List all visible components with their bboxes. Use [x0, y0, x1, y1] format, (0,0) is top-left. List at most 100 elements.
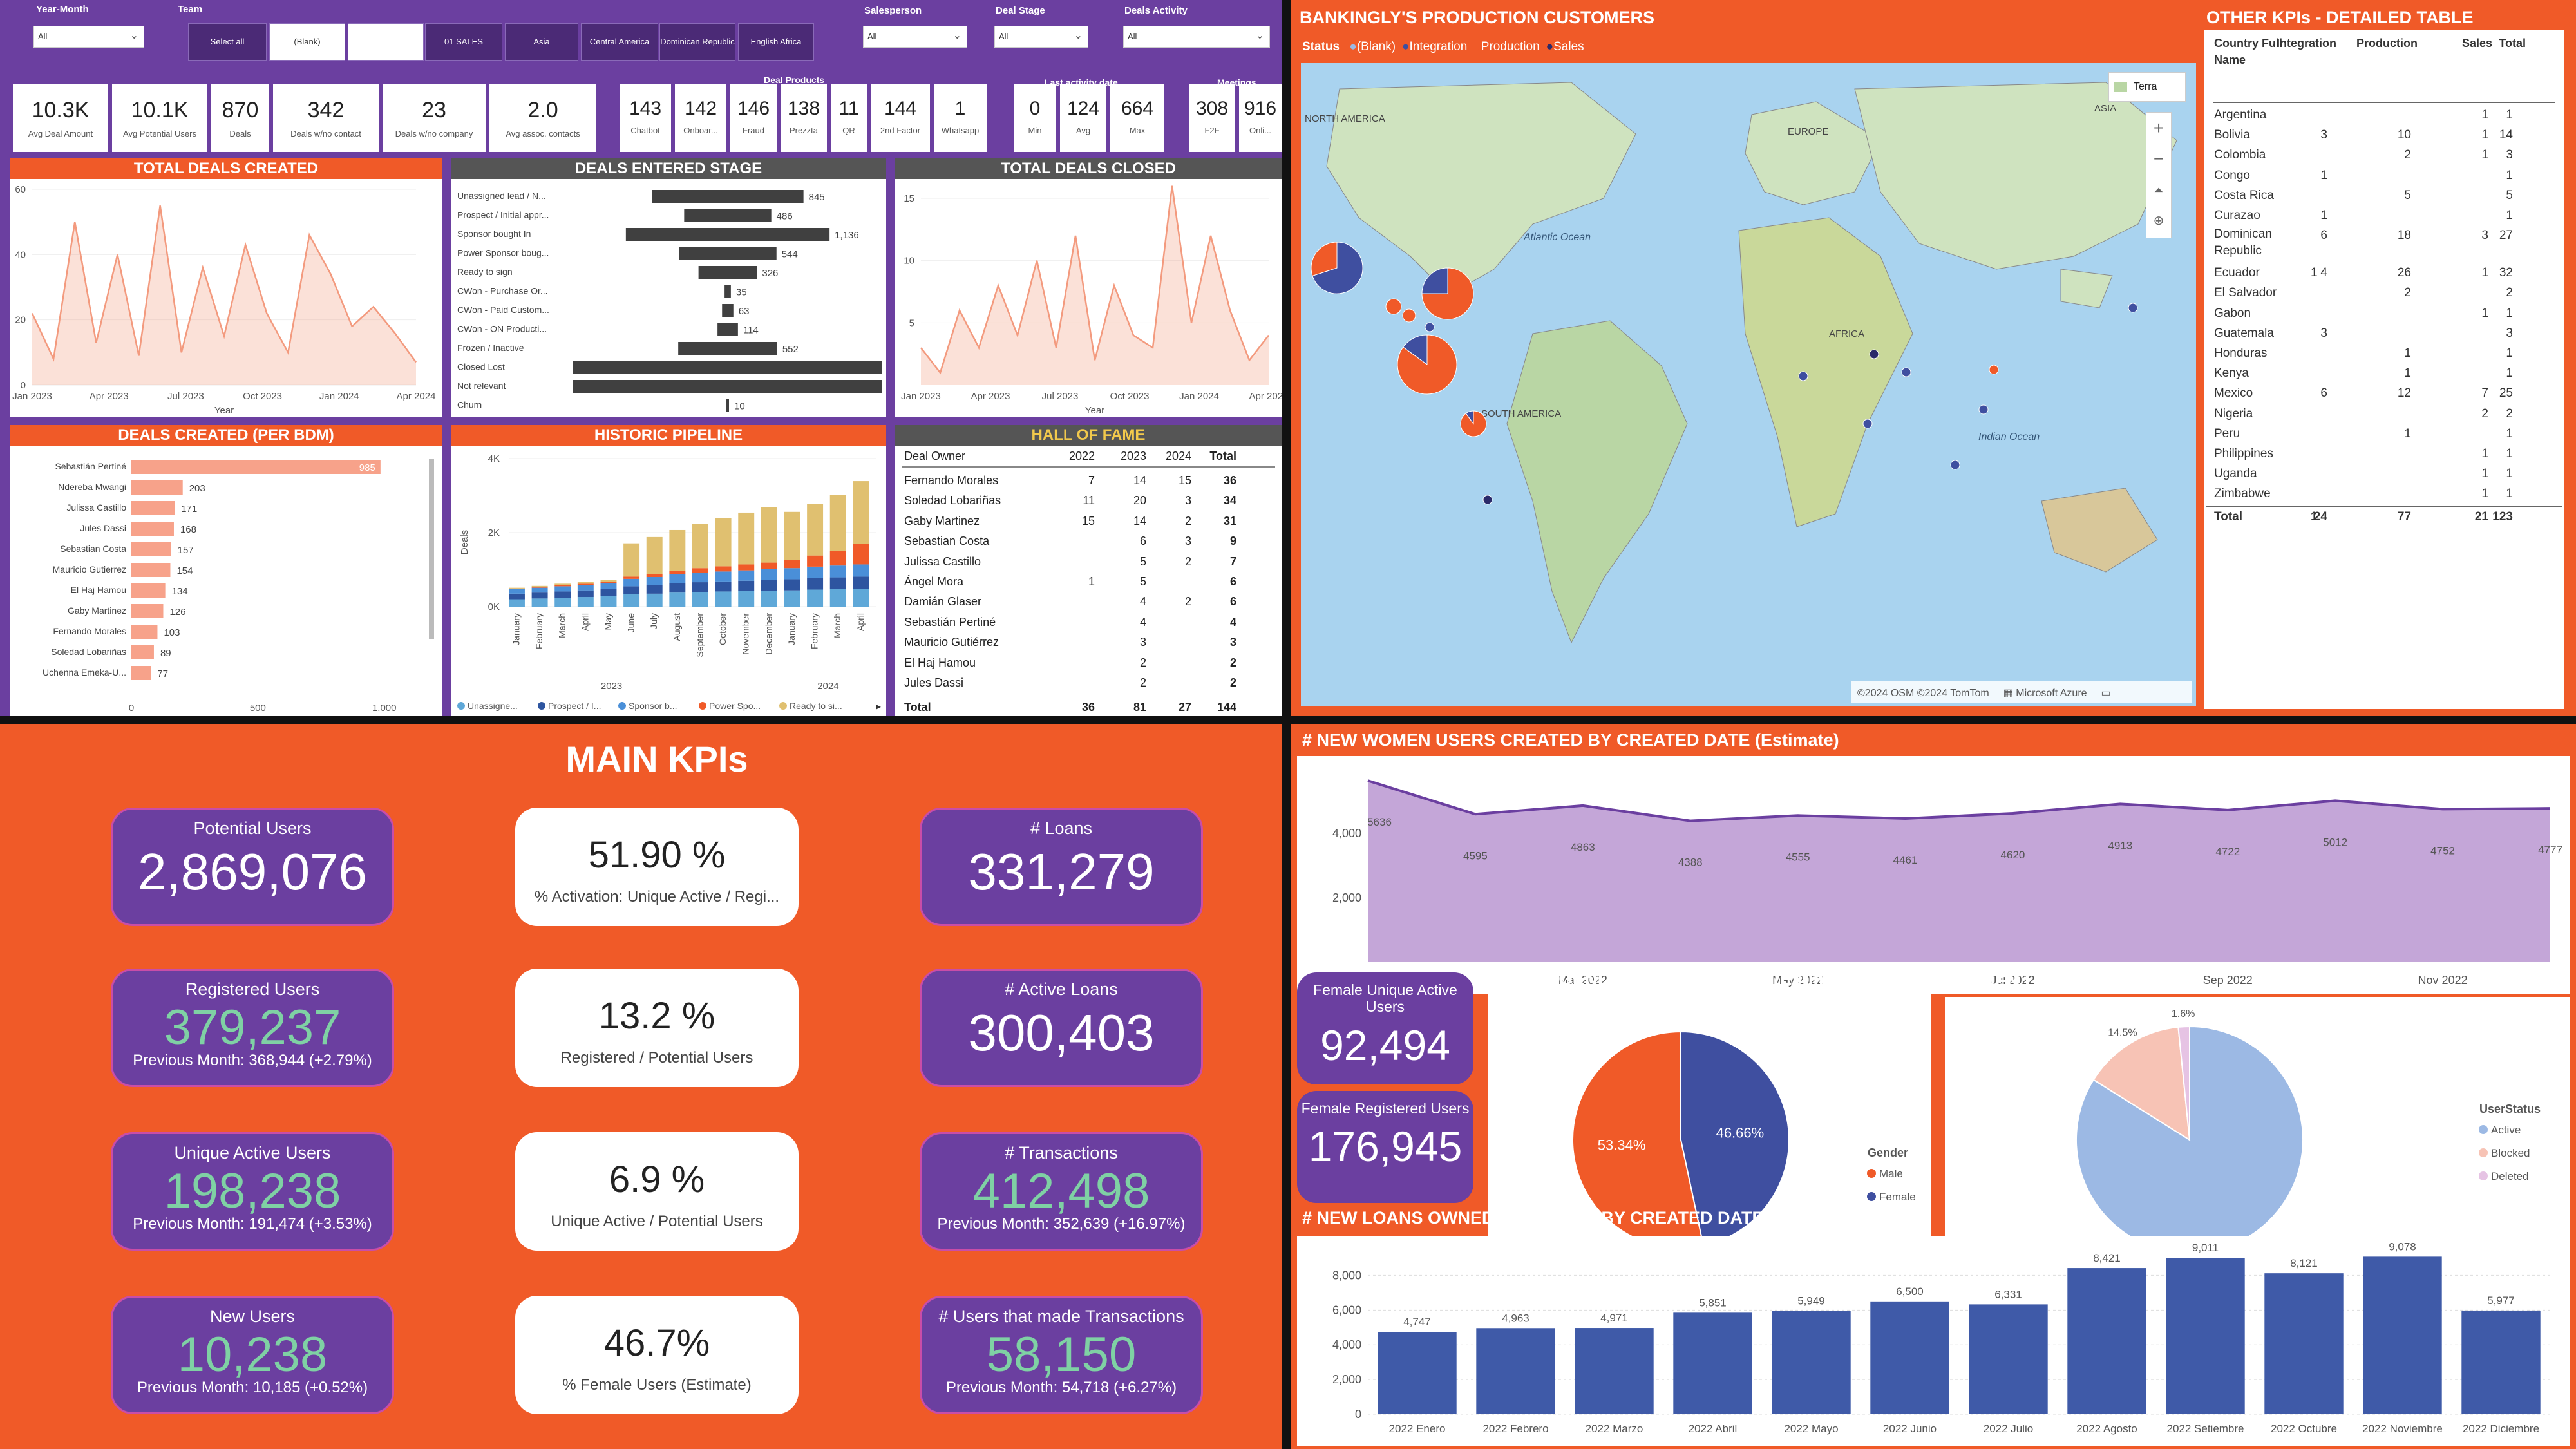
pipeline-segment	[807, 578, 824, 590]
kpi-card: 10.1K Avg Potential Users	[112, 84, 207, 152]
legend-title: UserStatus	[2479, 1103, 2541, 1115]
kpi-value: 300,403	[968, 1004, 1155, 1061]
pipeline-segment	[600, 589, 617, 596]
bdm-bar	[131, 583, 166, 598]
stage-bar	[679, 247, 777, 260]
loan-bar	[1673, 1312, 1752, 1414]
deals-per-bdm-chart: Sebastián Pertiné 985 Ndereba Mwangi 203 Jul…	[43, 459, 434, 714]
pie-label: 14.5%	[2108, 1028, 2137, 1039]
new-loans-chart: 0 2,000 4,000 6,000 8,000 4,747 2022 Enero 4,96…	[1332, 1240, 2550, 1435]
x-tick-label: Apr 2023	[971, 391, 1010, 402]
bdm-bar	[131, 625, 158, 639]
zoom-out-icon[interactable]: −	[2146, 144, 2171, 175]
data-label: 4752	[2430, 844, 2455, 857]
kpi-value: 0	[1029, 98, 1041, 119]
x-tick-label: 1,000	[372, 703, 397, 714]
legend-item[interactable]: ●Sales	[1546, 40, 1584, 53]
team-button[interactable]: Asia	[505, 23, 578, 61]
kpi-value: 138	[787, 98, 820, 119]
x-tick-label: Jul 2023	[167, 391, 204, 402]
team-button[interactable]: Select all	[188, 23, 267, 61]
team-button[interactable]: Dominican Republic	[659, 23, 735, 61]
table-row: Argentina 1 1	[2214, 106, 2562, 125]
legend-item[interactable]: ●Integration	[1402, 40, 1467, 53]
team-button[interactable]: Central America	[581, 23, 658, 61]
bdm-label: Ndereba Mwangi	[58, 482, 126, 492]
hof-cell: 6	[1139, 535, 1146, 548]
x-tick-label: 2022 Octubre	[2271, 1423, 2337, 1435]
data-label: 6,500	[1896, 1285, 1924, 1298]
kpi-card: # Transactions 412,498 Previous Month: 352…	[920, 1132, 1203, 1251]
kpi-label: # Active Loans	[1005, 980, 1118, 999]
map-markers[interactable]	[1301, 63, 2196, 706]
kpi-label: Deals w/no contact	[290, 129, 361, 138]
cell: 5	[2404, 188, 2411, 202]
x-tick-label: Jan 2024	[1179, 391, 1219, 402]
team-label: Team	[178, 4, 203, 15]
pipeline-segment	[623, 586, 640, 595]
new-women-users-title: # NEW WOMEN USERS CREATED BY CREATED DAT…	[1302, 730, 1839, 750]
pipeline-segment	[623, 543, 640, 577]
legend-label: Power Spo...	[709, 701, 761, 711]
data-label: 9,011	[2192, 1242, 2219, 1254]
hof-cell: 9	[1229, 535, 1236, 548]
zoom-in-icon[interactable]: +	[2146, 113, 2171, 144]
stage-value: 35	[736, 287, 747, 298]
month-label: February	[810, 613, 820, 649]
team-button[interactable]	[348, 23, 424, 61]
team-button[interactable]: English Africa	[738, 23, 814, 61]
other-kpis-table: Country Full Name Integration Production Sa…	[2204, 30, 2564, 709]
stage-label: CWon - ON Producti...	[457, 324, 547, 334]
legend-item[interactable]: ●Production	[1473, 40, 1539, 53]
y-tick-label: 5	[909, 317, 914, 328]
kpi-card: # Loans 331,279	[920, 808, 1203, 926]
y-tick-label: 10	[904, 256, 914, 267]
month-label: January	[786, 613, 797, 645]
cell: 3	[2320, 128, 2327, 142]
hof-cell: 1	[1088, 575, 1095, 588]
bdm-value: 134	[172, 586, 188, 597]
cell: 2	[2506, 286, 2513, 300]
month-label: April	[580, 613, 590, 631]
compass-icon[interactable]: ⊕	[2146, 205, 2171, 236]
team-button[interactable]: (Blank)	[269, 23, 345, 61]
pipeline-segment	[829, 589, 846, 607]
legend-item[interactable]: ●(Blank)	[1349, 40, 1396, 53]
cell: 6	[2320, 229, 2327, 243]
deals-activity-select[interactable]: All	[1123, 26, 1270, 48]
kpi-card: 916 Onli...	[1239, 84, 1282, 152]
customer-marker	[1385, 298, 1402, 315]
table-header: Country Full Name Integration Production Sa…	[2214, 35, 2562, 71]
world-map[interactable]: NORTH AMERICA EUROPE ASIA AFRICA SOUTH A…	[1301, 63, 2196, 706]
kpi-card: 664 Max	[1110, 84, 1164, 152]
x-tick-label: 2022 Noviembre	[2362, 1423, 2443, 1435]
month-label: May	[603, 613, 613, 630]
salesperson-select[interactable]: All	[863, 26, 967, 48]
feedback-icon[interactable]: ▭	[2101, 688, 2111, 699]
kpi-value: 23	[422, 98, 446, 122]
panel-title: DEALS CREATED (PER BDM)	[10, 425, 442, 446]
scrollbar	[429, 459, 434, 639]
map-style-button[interactable]: Terra	[2108, 72, 2186, 102]
pipeline-segment	[784, 590, 800, 607]
osm-attribution: ©2024 OSM ©2024 TomTom	[1857, 688, 1989, 699]
customer-marker	[1869, 349, 1879, 359]
month-label: February	[534, 613, 544, 649]
deal-stage-select[interactable]: All	[994, 26, 1088, 48]
map-zoom-controls[interactable]: + − ⏶ ⊕	[2146, 112, 2172, 238]
customer-marker	[2128, 303, 2138, 313]
kpi-value: 58,150	[986, 1327, 1137, 1382]
stage-label: Not relevant	[457, 381, 506, 391]
kpi-card: 6.9 % Unique Active / Potential Users	[515, 1132, 799, 1251]
bdm-value: 157	[178, 545, 194, 556]
year-month-select[interactable]: All	[33, 26, 144, 48]
kpi-label: F2F	[1204, 126, 1220, 135]
team-button[interactable]: 01 SALES	[425, 23, 502, 61]
kpi-value: 144	[884, 98, 917, 119]
kpi-card: 51.90 % % Activation: Unique Active / Reg…	[515, 808, 799, 926]
stage-value: 845	[809, 192, 825, 203]
x-tick-label: Nov 2022	[2418, 974, 2468, 987]
tilt-icon[interactable]: ⏶	[2146, 175, 2171, 205]
other-kpis-title: OTHER KPIs - DETAILED TABLE	[2206, 8, 2474, 27]
pipeline-segment	[715, 566, 732, 572]
